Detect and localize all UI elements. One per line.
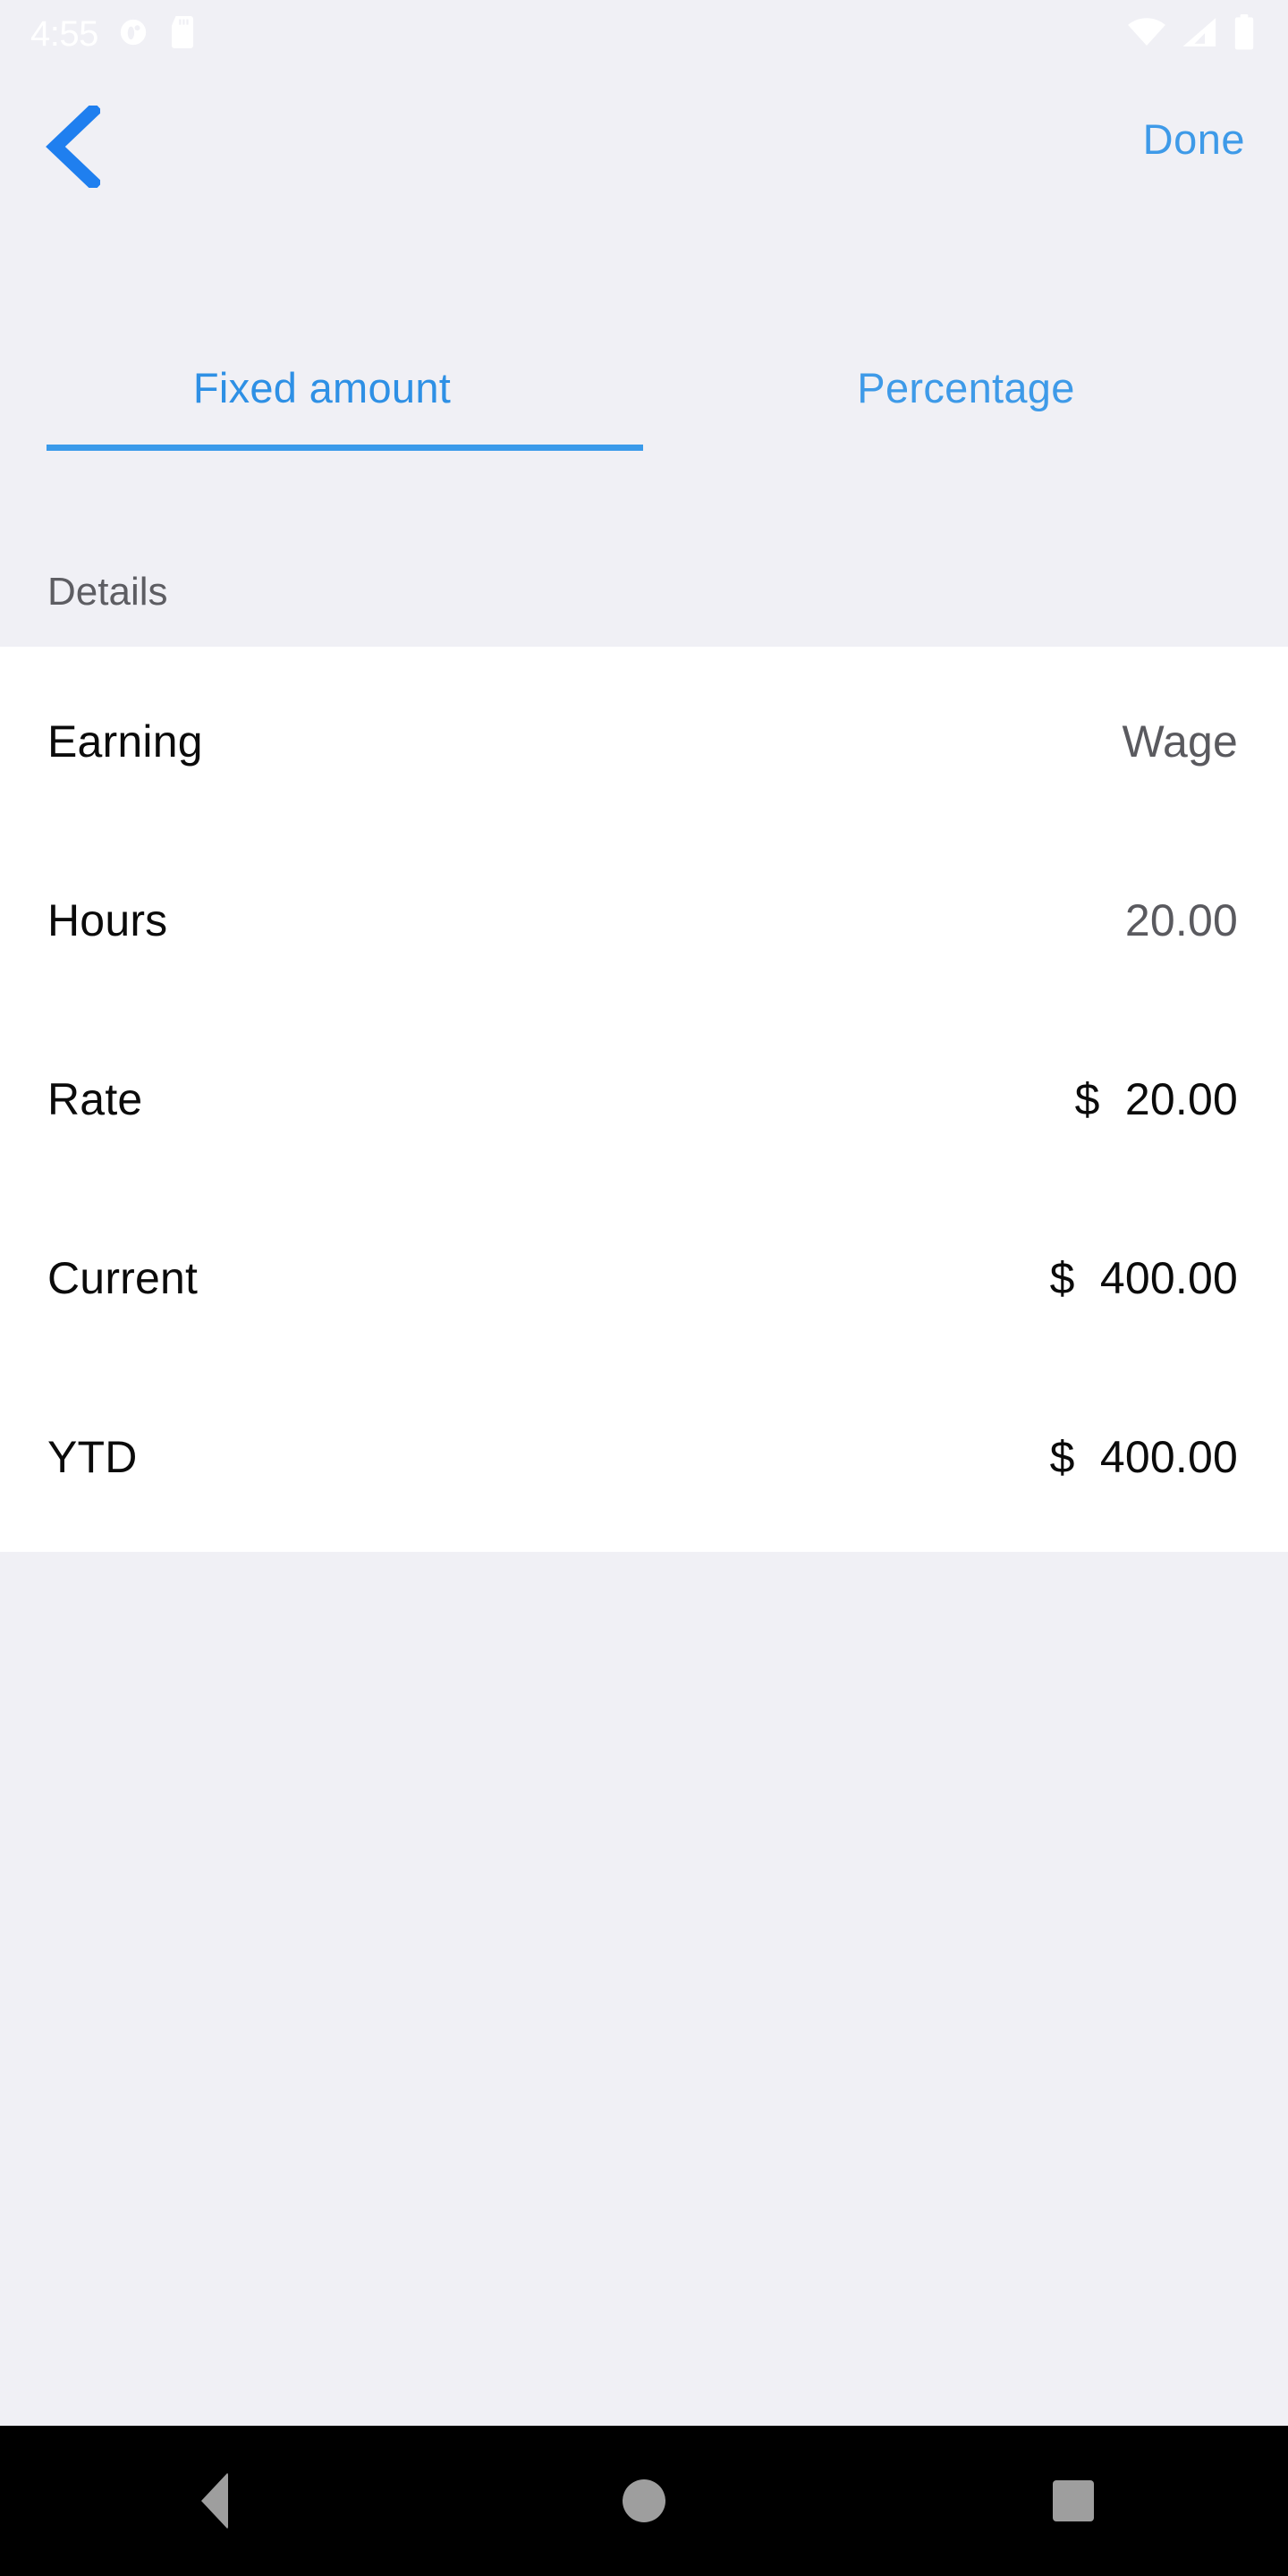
- done-button[interactable]: Done: [1134, 102, 1254, 176]
- tab-fixed-amount[interactable]: Fixed amount: [0, 315, 644, 451]
- status-bar-left: 4:55: [30, 14, 197, 54]
- nav-home-circle-icon: [623, 2479, 665, 2522]
- empty-content-area: [0, 1552, 1288, 2426]
- row-value-ytd: $ 400.00: [1049, 1432, 1238, 1482]
- status-bar-clock: 4:55: [30, 14, 98, 54]
- do-not-disturb-icon: [118, 17, 148, 52]
- app-screen: 4:55 Done Fixed amount Percentage Detail…: [0, 0, 1288, 2576]
- wifi-icon: [1127, 17, 1166, 52]
- nav-back-triangle-icon: [201, 2472, 228, 2529]
- row-value-hours: 20.00: [1124, 895, 1238, 945]
- table-row[interactable]: Rate $ 20.00: [0, 1010, 1288, 1189]
- nav-back-button[interactable]: [125, 2426, 304, 2576]
- nav-recents-square-icon: [1053, 2480, 1094, 2521]
- nav-recents-button[interactable]: [984, 2426, 1163, 2576]
- table-row[interactable]: Hours 20.00: [0, 831, 1288, 1010]
- tab-bar: Fixed amount Percentage: [0, 315, 1288, 451]
- table-row[interactable]: YTD $ 400.00: [0, 1368, 1288, 1546]
- row-label-current: Current: [47, 1253, 199, 1303]
- navigation-header: Done: [0, 68, 1288, 218]
- tab-percentage[interactable]: Percentage: [644, 315, 1288, 451]
- chevron-left-icon: [45, 100, 103, 192]
- table-row[interactable]: Current $ 400.00: [0, 1189, 1288, 1368]
- row-label-earning: Earning: [47, 716, 203, 767]
- row-value-earning: Wage: [1122, 716, 1238, 767]
- cellular-signal-icon: [1181, 17, 1218, 52]
- tab-fixed-amount-label: Fixed amount: [192, 364, 452, 411]
- nav-home-button[interactable]: [555, 2426, 733, 2576]
- back-button[interactable]: [20, 98, 125, 199]
- sd-card-icon: [168, 15, 197, 53]
- section-header-details: Details: [0, 537, 1288, 647]
- status-bar-right: [1127, 13, 1265, 55]
- table-row[interactable]: Earning Wage: [0, 652, 1288, 831]
- row-label-hours: Hours: [47, 895, 168, 945]
- status-bar: 4:55: [0, 0, 1288, 68]
- tab-active-indicator: [47, 445, 643, 451]
- section-title: Details: [47, 569, 168, 614]
- android-navigation-bar: [0, 2426, 1288, 2576]
- battery-icon: [1233, 13, 1256, 55]
- row-label-rate: Rate: [47, 1074, 143, 1124]
- row-label-ytd: YTD: [47, 1432, 138, 1482]
- details-list: Earning Wage Hours 20.00 Rate $ 20.00 Cu…: [0, 647, 1288, 1552]
- row-value-current: $ 400.00: [1049, 1253, 1238, 1303]
- tab-percentage-label: Percentage: [857, 364, 1075, 411]
- row-value-rate: $ 20.00: [1074, 1074, 1238, 1124]
